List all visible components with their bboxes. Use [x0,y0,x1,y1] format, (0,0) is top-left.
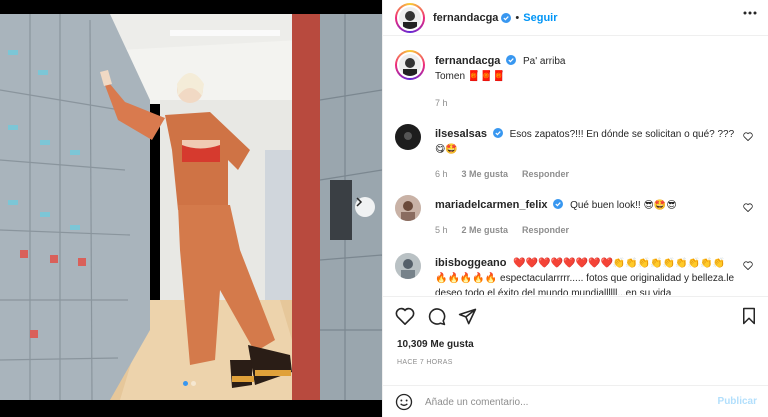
verified-badge-icon [501,12,512,23]
avatar-image [395,253,421,279]
heart-outline-icon[interactable] [395,307,415,325]
likes-count[interactable]: 10,309 Me gusta [397,339,474,350]
commenter-avatar[interactable] [395,195,421,221]
header-separator: • [515,11,520,24]
post-header: fernandacga • Seguir [383,0,768,36]
author-username[interactable]: fernandacga [433,12,498,24]
more-horizontal-icon[interactable] [743,11,757,15]
add-comment-bar: Publicar [383,385,768,417]
caption-avatar[interactable] [395,50,425,80]
verified-badge-icon [553,199,564,209]
avatar-image [395,195,421,221]
carousel-dot [191,381,196,386]
comment-likes[interactable]: 3 Me gusta [462,167,509,182]
comment-likes[interactable]: 2 Me gusta [462,223,509,238]
follow-button[interactable]: Seguir [523,12,557,24]
comment-time[interactable]: 6 h [435,167,448,182]
commenter-username[interactable]: ilsesalsas [435,128,487,140]
comment-time[interactable]: 5 h [435,223,448,238]
avatar-image [399,54,421,76]
reply-button[interactable]: Responder [522,223,569,238]
comment-text: Qué buen look!! 😎🤩😎 [570,200,677,211]
commenter-avatar[interactable] [395,124,421,150]
photo-illustration [0,0,382,417]
heart-outline-icon[interactable] [743,132,753,141]
caption-username[interactable]: fernandacga [435,55,500,67]
verified-badge-icon [492,128,503,138]
comment-bubble-icon[interactable] [427,307,446,326]
heart-outline-icon[interactable] [743,261,753,270]
post-actions: 10,309 Me gusta HACE 7 HORAS Publicar [383,296,768,417]
chevron-right-icon [356,197,363,207]
caption-text-line2: Tomen 🧧🧧🧧 [435,71,506,82]
reply-button[interactable]: Responder [522,167,569,182]
caption-text-line1: Pa' arriba [522,56,566,67]
author-avatar[interactable] [395,2,425,33]
paper-plane-icon[interactable] [458,307,477,326]
carousel-dots [183,381,196,386]
avatar-image [399,6,421,29]
commenter-username[interactable]: mariadelcarmen_felix [435,199,548,211]
post-photo[interactable] [0,0,382,417]
verified-badge-icon [506,55,517,65]
publish-button[interactable]: Publicar [718,396,757,407]
bookmark-icon[interactable] [741,307,757,325]
commenter-username[interactable]: ibisboggeano [435,257,507,269]
comments-list[interactable]: fernandacga Pa' arriba Tomen 🧧🧧🧧 7 h ils… [383,37,768,295]
smiley-icon[interactable] [395,393,413,411]
post-side-panel: fernandacga • Seguir fernandacga Pa' arr… [382,0,768,417]
avatar-image [395,124,421,150]
comment-input[interactable] [425,396,705,408]
caption-time[interactable]: 7 h [435,96,448,111]
instagram-post-modal: fernandacga • Seguir fernandacga Pa' arr… [0,0,768,417]
post-time[interactable]: HACE 7 HORAS [397,359,453,366]
commenter-avatar[interactable] [395,253,421,279]
heart-outline-icon[interactable] [743,203,753,212]
carousel-dot-active [183,381,188,386]
next-slide-button[interactable] [355,197,375,217]
